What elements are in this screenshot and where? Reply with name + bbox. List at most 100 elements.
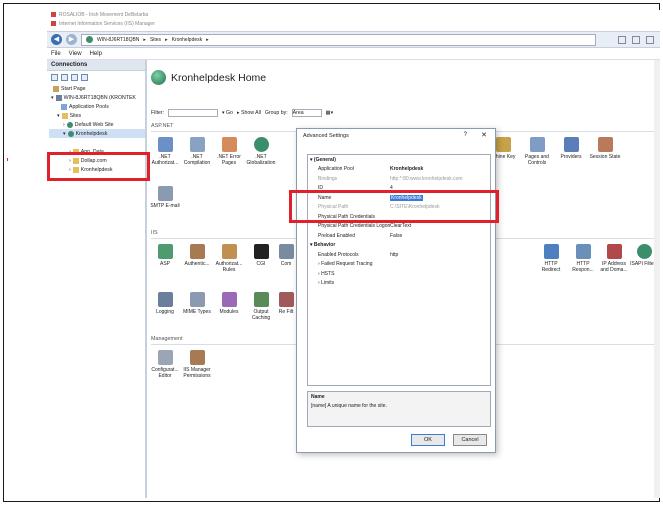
stop-icon[interactable] [632, 35, 640, 44]
feature-authorization-rules[interactable]: Authorizat... Rules [213, 244, 245, 273]
property-row[interactable]: Enabled Protocols http [308, 250, 490, 260]
group-by-select[interactable]: Area [291, 108, 322, 117]
tree-default-web-site[interactable]: › Default Web Site [49, 120, 145, 129]
feature-asp[interactable]: ASP [149, 244, 181, 267]
refresh-icon[interactable] [618, 35, 626, 44]
sites-folder-icon [61, 112, 68, 119]
go-button[interactable]: ▾ Go [222, 110, 233, 116]
advanced-settings-dialog: Advanced Settings ? ✕ ▾ (General) Applic… [296, 128, 496, 453]
tree-start-page[interactable]: Start Page [49, 84, 145, 93]
pages-controls-icon [529, 137, 545, 152]
menu-file[interactable]: File [51, 51, 61, 57]
cancel-button[interactable]: Cancel [453, 434, 487, 446]
isapi-filters-icon [636, 244, 652, 259]
property-category-general[interactable]: ▾ (General) [308, 155, 490, 165]
ok-button[interactable]: OK [411, 434, 445, 446]
vertical-scrollbar[interactable] [654, 60, 660, 498]
breadcrumb-server[interactable]: WIN-8J6RT18QBN [97, 37, 139, 43]
close-icon[interactable]: ✕ [481, 131, 487, 139]
feature-smtp-email[interactable]: SMTP E-mail [147, 186, 183, 209]
breadcrumb-sep: ▸ [143, 36, 146, 43]
tree-hidden-item[interactable] [49, 138, 145, 147]
breadcrumb-site[interactable]: Kronhelpdesk [172, 37, 203, 43]
feature-providers[interactable]: Providers [555, 137, 587, 160]
feature-net-compilation[interactable]: .NET Compilation [181, 137, 213, 166]
filter-input[interactable] [167, 108, 218, 117]
breadcrumb[interactable]: WIN-8J6RT18QBN ▸ Sites ▸ Kronhelpdesk ▸ [81, 33, 596, 46]
window-title-line2: Internet Information Services (IIS) Mana… [59, 20, 155, 27]
feature-net-globalization[interactable]: .NET Globalization [245, 137, 277, 166]
feature-http-redirect[interactable]: HTTP Redirect [535, 244, 567, 273]
machine-key-icon [495, 137, 511, 152]
feature-configuration-editor[interactable]: Configurat... Editor [149, 350, 181, 379]
feature-http-response[interactable]: HTTP Respon... [567, 244, 599, 273]
feature-mime-types[interactable]: MIME Types [181, 292, 213, 315]
property-row[interactable]: › HSTS [308, 269, 490, 279]
http-redirect-icon [543, 244, 559, 259]
collapse-arrow-icon[interactable]: ▾ [57, 113, 60, 119]
highlight-box-kronhelpdesk [47, 152, 150, 181]
breadcrumb-sites[interactable]: Sites [150, 37, 161, 43]
feature-compression[interactable]: Com [275, 244, 297, 267]
property-grid: ▾ (General) Application Pool Kronhelpdesk… [307, 154, 491, 386]
smtp-email-icon [157, 186, 173, 201]
iis-icon [51, 21, 56, 26]
property-row[interactable]: › Failed Request Tracing [308, 260, 490, 270]
property-row[interactable]: Preload Enabled False [308, 231, 490, 241]
feature-ip-domain[interactable]: IP Address and Doma... [599, 244, 629, 273]
save-icon[interactable] [61, 74, 68, 81]
connect-icon[interactable] [51, 74, 58, 81]
up-icon[interactable] [71, 74, 78, 81]
feature-request-filtering[interactable]: Re Filt [275, 292, 297, 315]
feature-output-caching[interactable]: Output Caching [245, 292, 277, 321]
back-arrow-icon[interactable]: ◀ [51, 34, 62, 45]
show-all-button[interactable]: ▸ Show All [237, 110, 261, 116]
property-category-behavior[interactable]: ▾ Behavior [308, 241, 490, 251]
home-icon[interactable] [646, 35, 654, 44]
filter-label: Filter: [151, 109, 164, 116]
request-filtering-icon [278, 292, 294, 307]
feature-iis-manager-permissions[interactable]: IIS Manager Permissions [181, 350, 213, 379]
configuration-editor-icon [157, 350, 173, 365]
modules-icon [221, 292, 237, 307]
collapse-arrow-icon[interactable]: ▾ [51, 95, 54, 101]
feature-modules[interactable]: Modules [213, 292, 245, 315]
property-row[interactable]: Bindings http:*:80:www.kronhelpdesk.com [308, 174, 490, 184]
tree-kronhelpdesk-site[interactable]: ▾ Kronhelpdesk [49, 129, 145, 138]
logging-icon [157, 292, 173, 307]
site-globe-icon [151, 70, 166, 85]
feature-net-authorization[interactable]: .NET Authorizat... [149, 137, 181, 166]
providers-icon [563, 137, 579, 152]
tree-app-pools[interactable]: Application Pools [49, 102, 145, 111]
menu-help[interactable]: Help [90, 51, 102, 57]
property-row[interactable]: › Limits [308, 279, 490, 289]
tree-sites[interactable]: ▾ Sites [49, 111, 145, 120]
feature-authentication[interactable]: Authentic... [181, 244, 213, 267]
page-title: Kronhelpdesk Home [151, 70, 266, 85]
app-icon [51, 12, 56, 17]
http-response-icon [575, 244, 591, 259]
feature-cgi[interactable]: CGI [245, 244, 277, 267]
feature-pages-and-controls[interactable]: Pages and Controls [521, 137, 553, 166]
address-bar: ◀ ▶ WIN-8J6RT18QBN ▸ Sites ▸ Kronhelpdes… [47, 31, 660, 48]
feature-session-state[interactable]: Session State [589, 137, 621, 160]
help-icon[interactable]: ? [464, 132, 467, 138]
view-mode-icon[interactable]: ▦▾ [326, 110, 334, 116]
mime-types-icon [189, 292, 205, 307]
forward-arrow-icon[interactable]: ▶ [66, 34, 77, 45]
ip-address-icon [606, 244, 622, 259]
feature-net-error-pages[interactable]: .NET Error Pages [213, 137, 245, 166]
disconnect-icon[interactable] [81, 74, 88, 81]
expand-arrow-icon[interactable]: › [63, 122, 65, 128]
server-icon [55, 94, 62, 101]
tree-server[interactable]: ▾ WIN-8J6RT18QBN (KRONTEK [49, 93, 145, 102]
property-row[interactable]: Application Pool Kronhelpdesk [308, 165, 490, 175]
collapse-arrow-icon[interactable]: ▾ [63, 131, 66, 137]
menu-bar: File View Help [47, 48, 660, 60]
connections-pane: Connections Start Page ▾ WIN-8J6RT18QBN (… [47, 60, 147, 498]
compression-icon [278, 244, 294, 259]
feature-logging[interactable]: Logging [149, 292, 181, 315]
app-pool-icon [61, 103, 67, 110]
dialog-title: Advanced Settings [303, 133, 349, 139]
menu-view[interactable]: View [69, 51, 82, 57]
